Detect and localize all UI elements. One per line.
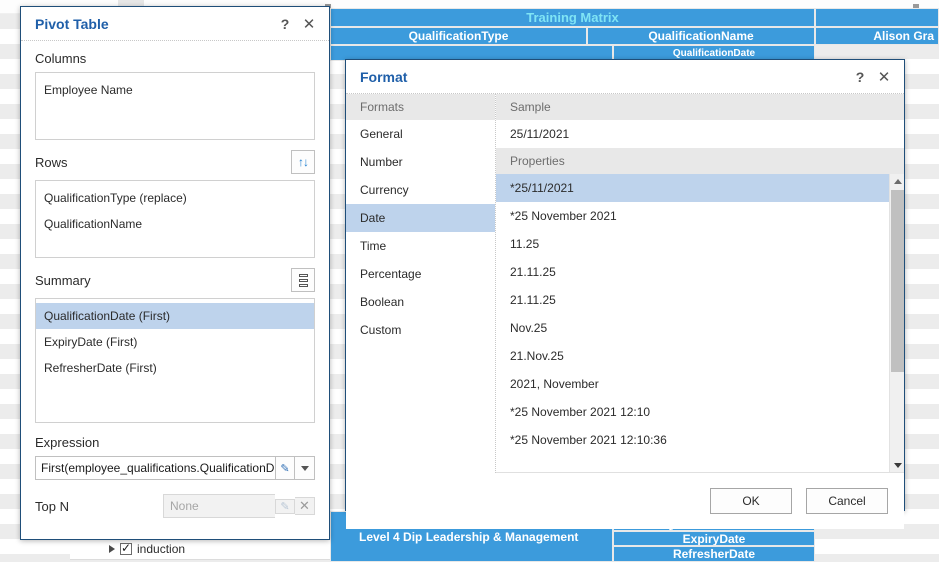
format-option[interactable]: Number bbox=[346, 148, 495, 176]
topn-row: Top N None ✎ ✕ bbox=[35, 494, 315, 518]
pivot-dialog-title: Pivot Table bbox=[35, 15, 109, 32]
close-icon[interactable]: ✕ bbox=[872, 65, 896, 89]
app-root: Training Matrix QualificationType Qualif… bbox=[0, 0, 939, 562]
property-option[interactable]: Nov.25 bbox=[496, 314, 904, 342]
properties-header: Properties bbox=[496, 148, 904, 174]
format-dialog-footer: OK Cancel bbox=[346, 473, 904, 529]
expression-input[interactable]: First(employee_qualifications.Qualificat… bbox=[35, 456, 275, 480]
format-dialog-title: Format bbox=[360, 68, 408, 85]
property-option[interactable]: *25 November 2021 bbox=[496, 202, 904, 230]
format-dialog: Format ? ✕ Formats General Number Currency… bbox=[345, 59, 905, 529]
format-option[interactable]: Boolean bbox=[346, 288, 495, 316]
pencil-icon[interactable]: ✎ bbox=[275, 456, 295, 480]
triangle-up-icon[interactable] bbox=[890, 174, 904, 188]
list-item[interactable]: RefresherDate (First) bbox=[36, 355, 314, 381]
tree-item-induction[interactable]: induction bbox=[70, 538, 330, 560]
summary-label: Summary bbox=[35, 272, 91, 288]
formats-header: Formats bbox=[346, 94, 495, 120]
property-option[interactable]: 2021, November bbox=[496, 370, 904, 398]
formats-panel: Formats General Number Currency Date Time Per… bbox=[346, 94, 496, 473]
close-icon[interactable]: ✕ bbox=[297, 12, 321, 36]
format-option[interactable]: General bbox=[346, 120, 495, 148]
triangle-down-icon[interactable] bbox=[890, 458, 904, 472]
format-option[interactable]: Percentage bbox=[346, 260, 495, 288]
property-option[interactable]: *25 November 2021 12:10:36 bbox=[496, 426, 904, 454]
pivot-dialog-titlebar[interactable]: Pivot Table ? ✕ bbox=[21, 7, 329, 41]
properties-list[interactable]: *25/11/2021 *25 November 2021 11.25 21.11.2… bbox=[496, 174, 904, 473]
property-option[interactable]: *25/11/2021 bbox=[496, 174, 904, 202]
property-option[interactable]: 11.25 bbox=[496, 230, 904, 258]
pencil-icon: ✎ bbox=[275, 498, 295, 514]
format-option[interactable]: Currency bbox=[346, 176, 495, 204]
sheet-title-spacer bbox=[815, 8, 939, 27]
expand-triangle-icon[interactable] bbox=[109, 545, 115, 553]
sheet-title-cell: Training Matrix bbox=[330, 8, 815, 27]
formats-list[interactable]: General Number Currency Date Time Percentage B… bbox=[346, 120, 495, 344]
expression-label: Expression bbox=[35, 435, 100, 450]
list-item[interactable]: QualificationType (replace) bbox=[36, 185, 314, 211]
scrollbar-thumb[interactable] bbox=[891, 190, 904, 372]
help-icon[interactable]: ? bbox=[848, 65, 872, 89]
properties-scrollbar[interactable] bbox=[889, 174, 904, 472]
chevron-down-icon[interactable] bbox=[295, 456, 315, 480]
checkbox-icon[interactable] bbox=[120, 541, 132, 555]
rows-label: Rows bbox=[35, 154, 68, 170]
format-option[interactable]: Custom bbox=[346, 316, 495, 344]
tree-item-label: induction bbox=[137, 542, 186, 556]
property-option[interactable]: 21.Nov.25 bbox=[496, 342, 904, 370]
help-icon[interactable]: ? bbox=[273, 12, 297, 36]
header-qualification-type: QualificationType bbox=[330, 27, 587, 45]
list-item[interactable]: ExpiryDate (First) bbox=[36, 329, 314, 355]
format-option[interactable]: Date bbox=[346, 204, 495, 232]
sample-header: Sample bbox=[496, 94, 904, 120]
header-qualification-name: QualificationName bbox=[587, 27, 815, 45]
list-item[interactable]: QualificationDate (First) bbox=[36, 303, 314, 329]
cancel-button[interactable]: Cancel bbox=[806, 488, 888, 514]
ok-button[interactable]: OK bbox=[710, 488, 792, 514]
pivot-table-dialog: Pivot Table ? ✕ Columns Employee Name Ro… bbox=[20, 6, 330, 540]
format-dialog-titlebar[interactable]: Format ? ✕ bbox=[346, 60, 904, 94]
columns-label: Columns bbox=[35, 51, 87, 66]
list-item[interactable]: QualificationName bbox=[36, 211, 314, 237]
property-option[interactable]: *25 November 2021 12:10 bbox=[496, 398, 904, 426]
summary-listbox[interactable]: QualificationDate (First) ExpiryDate (Fi… bbox=[35, 298, 315, 423]
close-icon: ✕ bbox=[295, 497, 315, 515]
expression-row: First(employee_qualifications.Qualificat… bbox=[35, 456, 315, 480]
bottom-row-label: RefresherDate bbox=[613, 546, 815, 562]
property-option[interactable]: 21.11.25 bbox=[496, 258, 904, 286]
topn-label: Top N bbox=[35, 498, 69, 514]
header-employee-name: Alison Gra bbox=[815, 27, 939, 45]
sample-properties-panel: Sample 25/11/2021 Properties *25/11/2021… bbox=[496, 94, 904, 473]
bottom-row-label: ExpiryDate bbox=[613, 531, 815, 546]
sort-updown-icon[interactable]: ↑↓ bbox=[291, 150, 315, 174]
format-option[interactable]: Time bbox=[346, 232, 495, 260]
columns-listbox[interactable]: Employee Name bbox=[35, 72, 315, 140]
list-options-icon[interactable] bbox=[291, 268, 315, 292]
sample-value: 25/11/2021 bbox=[496, 120, 904, 148]
list-item[interactable]: Employee Name bbox=[36, 77, 314, 103]
rows-listbox[interactable]: QualificationType (replace) Qualificatio… bbox=[35, 180, 315, 258]
property-option[interactable]: 21.11.25 bbox=[496, 286, 904, 314]
topn-input[interactable]: None bbox=[163, 494, 275, 518]
